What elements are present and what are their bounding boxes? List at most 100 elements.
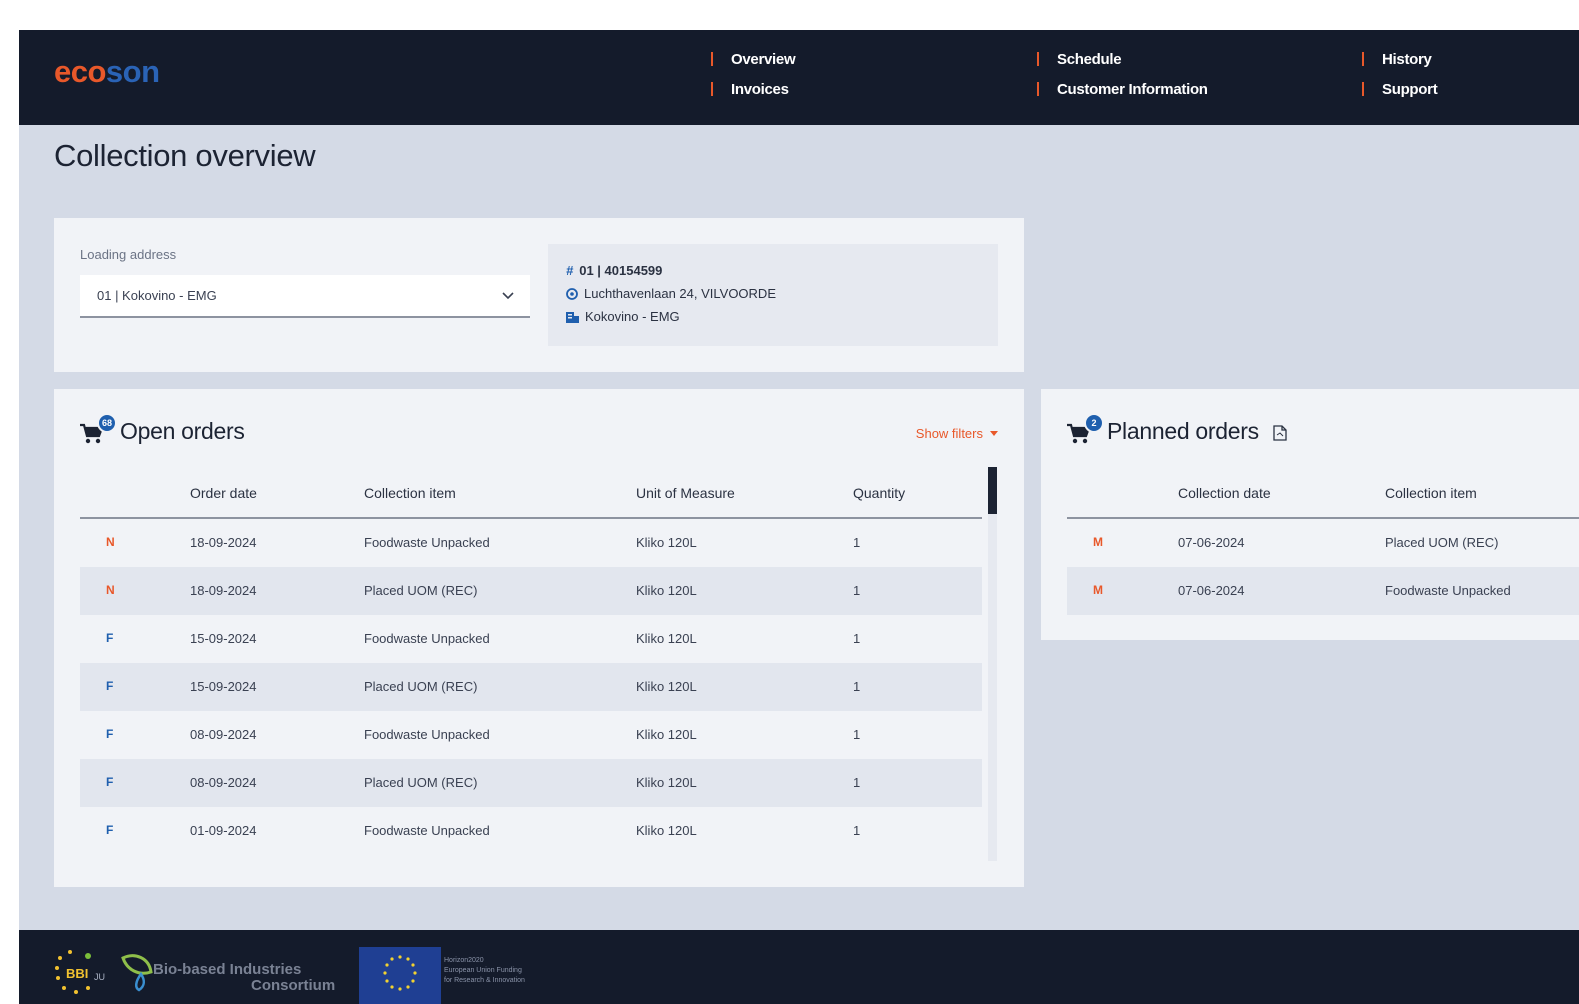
quantity-cell: 1 [853,775,861,790]
planned-orders-table: Collection date Collection item M 07-06-2… [1067,467,1579,615]
top-navbar: ecoson Overview Invoices Schedule Custom… [19,30,1579,125]
table-row[interactable]: M 07-06-2024 Foodwaste Unpacked [1067,567,1579,615]
app-window: ecoson Overview Invoices Schedule Custom… [19,30,1579,1004]
collection-item-cell: Foodwaste Unpacked [364,631,490,646]
open-orders-title: Open orders [120,418,245,444]
address-street-line: Luchthavenlaan 24, VILVOORDE [566,286,776,301]
status-cell: F [106,679,114,693]
loading-address-select[interactable]: 01 | Kokovino - EMG [80,275,530,318]
col-unit-of-measure[interactable]: Unit of Measure [636,485,735,501]
order-date-cell: 08-09-2024 [190,775,257,790]
unit-of-measure-cell: Kliko 120L [636,727,697,742]
collection-item-cell: Foodwaste Unpacked [1385,583,1511,598]
open-orders-rows: N 18-09-2024 Foodwaste Unpacked Kliko 120L 1… [80,519,982,855]
open-orders-header: 68 Open orders [80,413,245,445]
collection-item-cell: Foodwaste Unpacked [364,727,490,742]
status-cell: F [106,727,114,741]
nav-customer-information[interactable]: Customer Information [1037,81,1208,98]
nav-support[interactable]: Support [1362,81,1438,98]
unit-of-measure-cell: Kliko 120L [636,631,697,646]
status-cell: F [106,631,114,645]
col-quantity[interactable]: Quantity [853,485,905,501]
quantity-cell: 1 [853,727,861,742]
show-filters-toggle[interactable]: Show filters [916,426,998,441]
address-info-box: # 01 | 40154599 Luchthavenlaan 24, VILVO… [548,244,998,346]
open-orders-table-header: Order date Collection item Unit of Measu… [80,467,982,519]
quantity-cell: 1 [853,535,861,550]
quantity-cell: 1 [853,679,861,694]
nav-overview[interactable]: Overview [711,51,796,68]
unit-of-measure-cell: Kliko 120L [636,679,697,694]
open-orders-table: Order date Collection item Unit of Measu… [80,467,982,861]
loading-address-value: 01 | Kokovino - EMG [97,288,217,303]
unit-of-measure-cell: Kliko 120L [636,775,697,790]
chevron-down-icon [502,292,514,300]
planned-orders-title: Planned orders [1107,418,1259,444]
planned-orders-table-header: Collection date Collection item [1067,467,1579,519]
order-date-cell: 18-09-2024 [190,535,257,550]
table-row[interactable]: F 08-09-2024 Foodwaste Unpacked Kliko 120L 1 [80,711,982,759]
nav-invoices[interactable]: Invoices [711,81,789,98]
pdf-document-icon[interactable] [1273,425,1287,441]
collection-item-cell: Placed UOM (REC) [364,775,478,790]
open-orders-cart: 68 [80,413,118,445]
collection-item-cell: Placed UOM (REC) [364,679,478,694]
hash-icon: # [566,263,574,278]
col-order-date[interactable]: Order date [190,485,257,501]
quantity-cell: 1 [853,583,861,598]
address-name-line: Kokovino - EMG [566,309,680,324]
order-date-cell: 15-09-2024 [190,631,257,646]
order-date-cell: 08-09-2024 [190,727,257,742]
unit-of-measure-cell: Kliko 120L [636,583,697,598]
loading-address-label: Loading address [80,247,177,262]
status-cell: N [106,535,115,549]
order-date-cell: 18-09-2024 [190,583,257,598]
location-pin-icon [566,287,578,300]
table-row[interactable]: N 18-09-2024 Foodwaste Unpacked Kliko 120L 1 [80,519,982,567]
nav-schedule[interactable]: Schedule [1037,51,1122,68]
table-row[interactable]: N 18-09-2024 Placed UOM (REC) Kliko 120L 1 [80,567,982,615]
table-row[interactable]: M 07-06-2024 Placed UOM (REC) [1067,519,1579,567]
quantity-cell: 1 [853,823,861,838]
unit-of-measure-cell: Kliko 120L [636,823,697,838]
table-row[interactable]: F 15-09-2024 Placed UOM (REC) Kliko 120L 1 [80,663,982,711]
col-collection-item[interactable]: Collection item [1385,485,1477,501]
status-cell: M [1093,583,1103,597]
planned-orders-header: 2 Planned orders [1067,413,1287,445]
eu-flag-icon [359,947,441,1004]
footer: BBI JU Bio-based Industries Consortium H… [19,930,1579,1004]
open-orders-scrollbar[interactable] [988,467,997,861]
planned-orders-rows: M 07-06-2024 Placed UOM (REC) M 07-06-2024 Fo… [1067,519,1579,615]
open-orders-count-badge: 68 [97,413,117,433]
col-collection-item[interactable]: Collection item [364,485,456,501]
collection-item-cell: Foodwaste Unpacked [364,823,490,838]
loading-address-card: Loading address 01 | Kokovino - EMG # 01… [54,218,1024,372]
open-orders-card: 68 Open orders Show filters Order date C… [54,389,1024,887]
status-cell: F [106,823,114,837]
collection-item-cell: Placed UOM (REC) [1385,535,1499,550]
building-icon [566,311,579,323]
ecoson-logo[interactable]: ecoson [54,54,160,90]
scrollbar-thumb[interactable] [988,467,997,514]
planned-orders-cart: 2 [1067,413,1105,445]
order-date-cell: 01-09-2024 [190,823,257,838]
status-cell: M [1093,535,1103,549]
quantity-cell: 1 [853,631,861,646]
unit-of-measure-cell: Kliko 120L [636,535,697,550]
address-id-line: # 01 | 40154599 [566,263,663,278]
status-cell: F [106,775,114,789]
caret-down-icon [990,431,998,436]
table-row[interactable]: F 15-09-2024 Foodwaste Unpacked Kliko 120L 1 [80,615,982,663]
collection-date-cell: 07-06-2024 [1178,535,1245,550]
planned-orders-count-badge: 2 [1084,413,1104,433]
col-collection-date[interactable]: Collection date [1178,485,1271,501]
table-row[interactable]: F 08-09-2024 Placed UOM (REC) Kliko 120L 1 [80,759,982,807]
table-row[interactable]: F 01-09-2024 Foodwaste Unpacked Kliko 120L 1 [80,807,982,855]
collection-date-cell: 07-06-2024 [1178,583,1245,598]
status-cell: N [106,583,115,597]
nav-history[interactable]: History [1362,51,1432,68]
leaf-icon [121,954,153,992]
order-date-cell: 15-09-2024 [190,679,257,694]
collection-item-cell: Foodwaste Unpacked [364,535,490,550]
planned-orders-card: 2 Planned orders Collection date Collect… [1041,389,1579,640]
